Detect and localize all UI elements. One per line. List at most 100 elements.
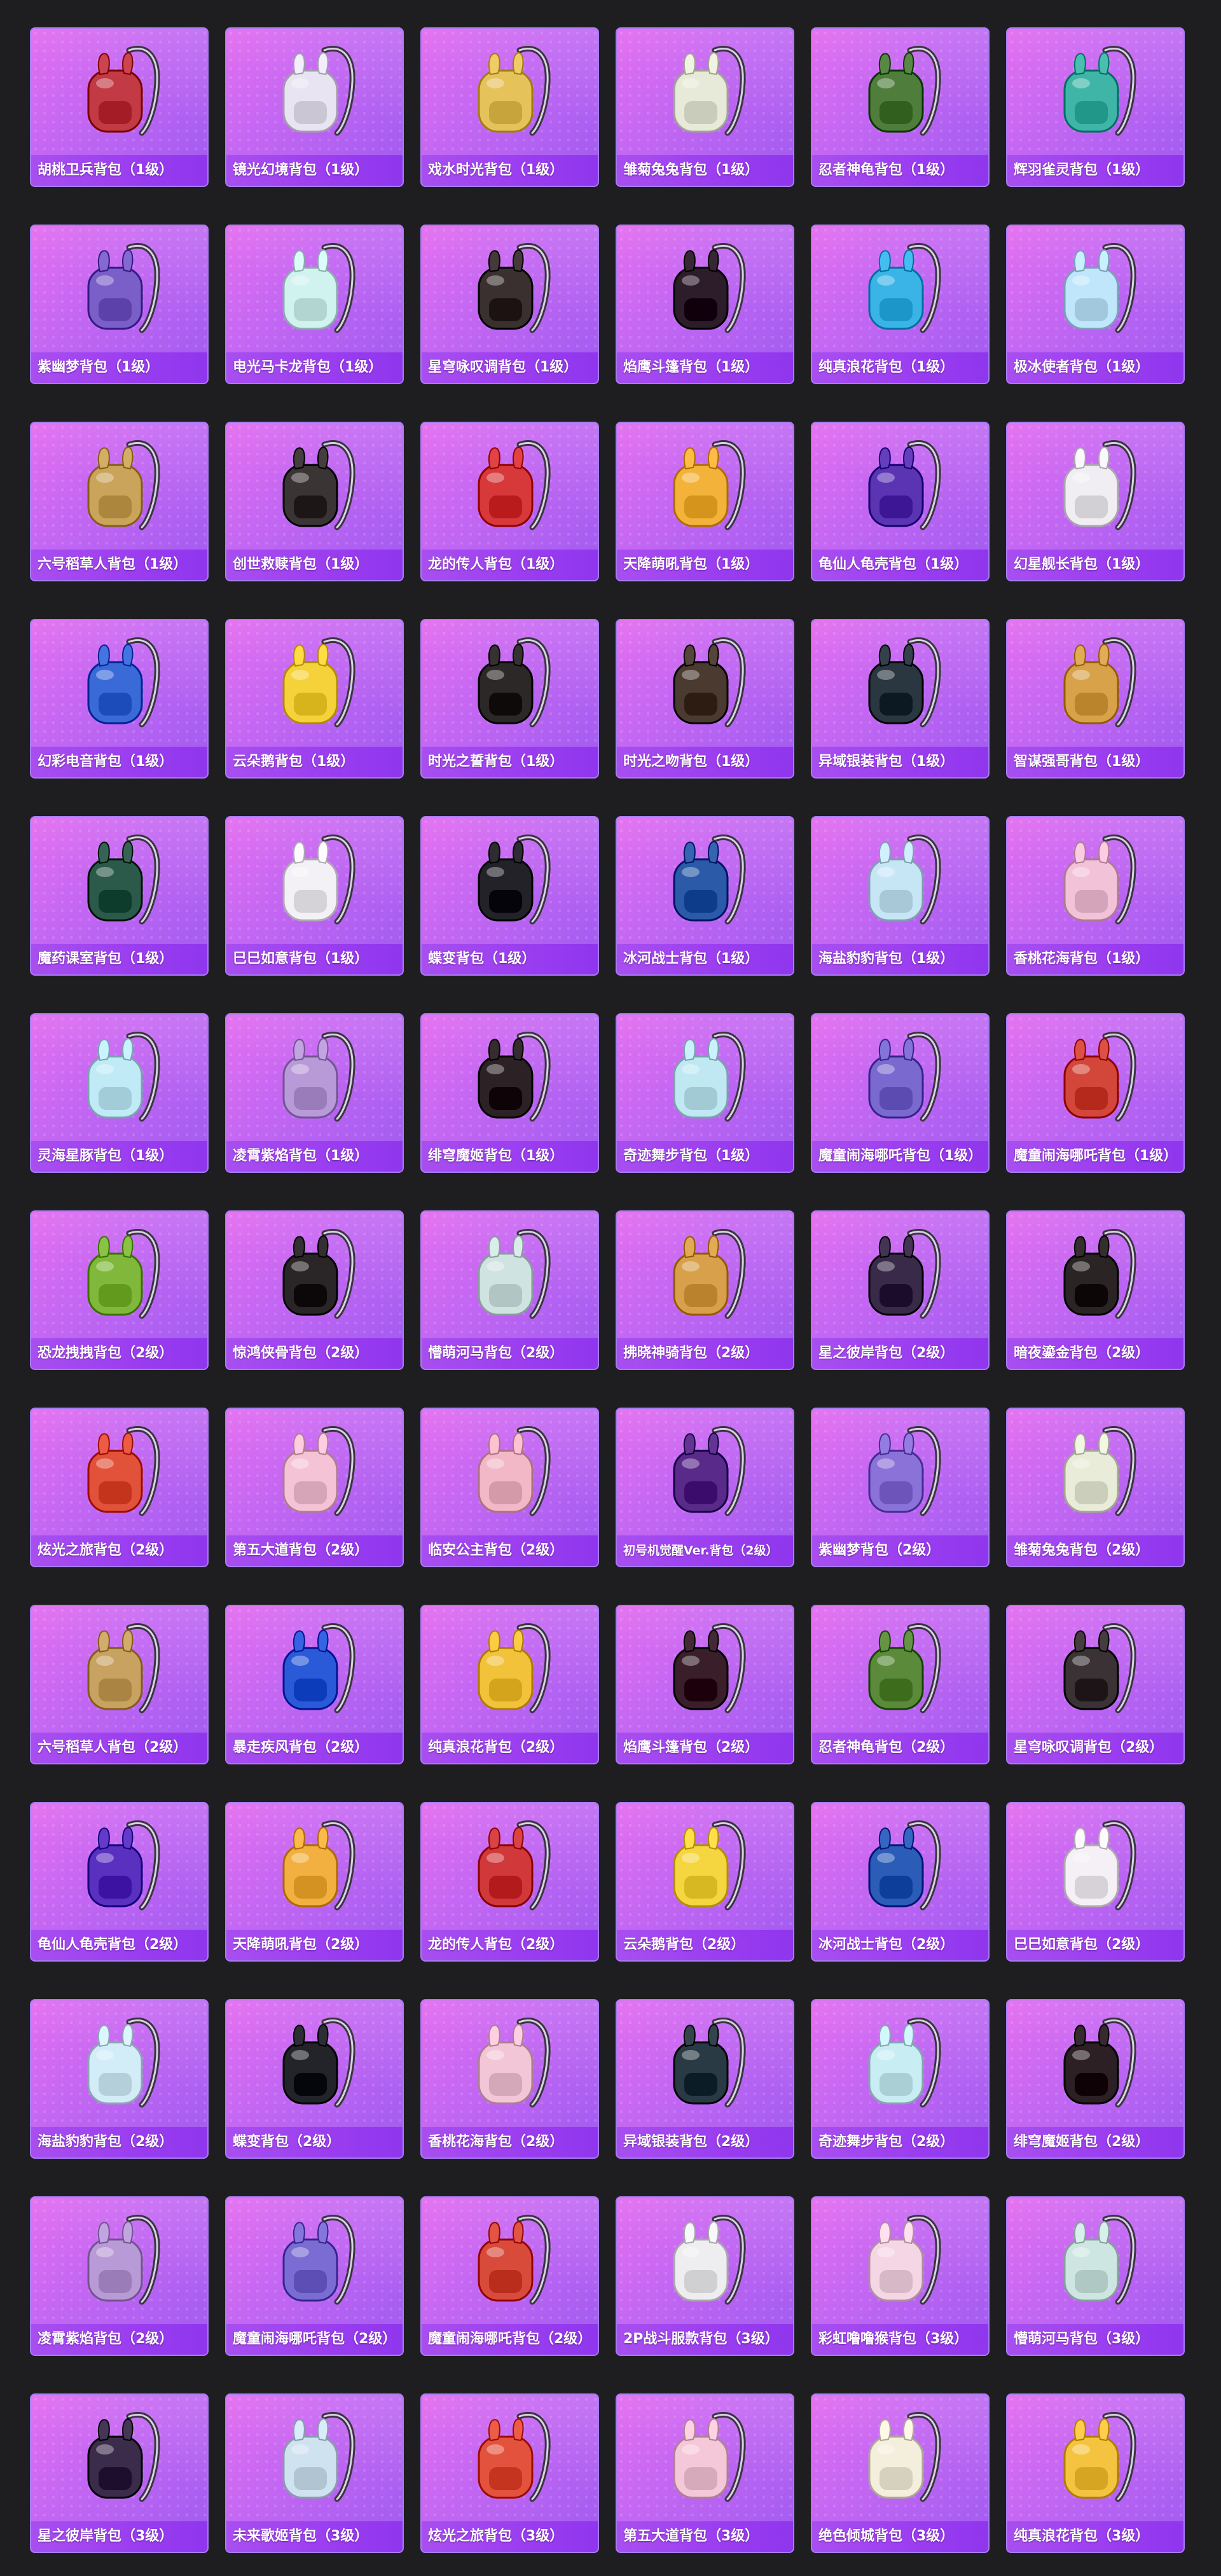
backpack-name: 恐龙拽拽背包（2级） (38, 1345, 174, 1361)
backpack-card[interactable]: 戏水时光背包（1级） (420, 27, 599, 187)
backpack-card[interactable]: 纯真浪花背包（1级） (811, 225, 990, 384)
backpack-icon (87, 440, 160, 530)
backpack-card[interactable]: 异域银装背包（1级） (811, 619, 990, 779)
backpack-card[interactable]: 恐龙拽拽背包（2级） (30, 1210, 209, 1370)
backpack-card[interactable]: 镜光幻境背包（1级） (225, 27, 404, 187)
backpack-card[interactable]: 香桃花海背包（1级） (1006, 816, 1185, 976)
backpack-card[interactable]: 幻彩电音背包（1级） (30, 619, 209, 779)
backpack-card[interactable]: 时光之誓背包（1级） (420, 619, 599, 779)
backpack-card[interactable]: 云朵鹅背包（2级） (616, 1802, 794, 1962)
backpack-icon (87, 1426, 160, 1516)
backpack-card[interactable]: 纯真浪花背包（2级） (420, 1605, 599, 1764)
backpack-card[interactable]: 初号机觉醒Ver.背包（2级） (616, 1408, 794, 1567)
backpack-card[interactable]: 惊鸿侠骨背包（2级） (225, 1210, 404, 1370)
backpack-card[interactable]: 巳巳如意背包（1级） (225, 816, 404, 976)
backpack-card[interactable]: 天降萌吼背包（1级） (616, 422, 794, 581)
backpack-card[interactable]: 魔童闹海哪吒背包（1级） (1006, 1013, 1185, 1173)
backpack-icon (1063, 1426, 1136, 1516)
backpack-card[interactable]: 彩虹噜噜猴背包（3级） (811, 2196, 990, 2356)
backpack-card[interactable]: 辉羽雀灵背包（1级） (1006, 27, 1185, 187)
backpack-card[interactable]: 临安公主背包（2级） (420, 1408, 599, 1567)
backpack-card[interactable]: 绝色倾城背包（3级） (811, 2393, 990, 2553)
backpack-card[interactable]: 胡桃卫兵背包（1级） (30, 27, 209, 187)
backpack-card[interactable]: 星之彼岸背包（2级） (811, 1210, 990, 1370)
backpack-card[interactable]: 纯真浪花背包（3级） (1006, 2393, 1185, 2553)
backpack-card[interactable]: 绯穹魔姬背包（1级） (420, 1013, 599, 1173)
backpack-name: 辉羽雀灵背包（1级） (1014, 162, 1150, 178)
backpack-card[interactable]: 懵萌河马背包（3级） (1006, 2196, 1185, 2356)
backpack-card[interactable]: 蝶变背包（2级） (225, 1999, 404, 2159)
backpack-name: 镜光幻境背包（1级） (233, 162, 369, 178)
backpack-card[interactable]: 魔童闹海哪吒背包（1级） (811, 1013, 990, 1173)
backpack-card[interactable]: 龟仙人龟壳背包（2级） (30, 1802, 209, 1962)
backpack-card[interactable]: 星穹咏叹调背包（1级） (420, 225, 599, 384)
backpack-card[interactable]: 云朵鹅背包（1级） (225, 619, 404, 779)
backpack-icon (1063, 834, 1136, 925)
backpack-card[interactable]: 紫幽梦背包（1级） (30, 225, 209, 384)
backpack-name: 天降萌吼背包（1级） (623, 557, 759, 572)
backpack-card[interactable]: 龙的传人背包（1级） (420, 422, 599, 581)
backpack-card[interactable]: 灵海星豚背包（1级） (30, 1013, 209, 1173)
backpack-card[interactable]: 紫幽梦背包（2级） (811, 1408, 990, 1567)
backpack-card[interactable]: 异域银装背包（2级） (616, 1999, 794, 2159)
backpack-card[interactable]: 凌霄紫焰背包（2级） (30, 2196, 209, 2356)
backpack-card[interactable]: 时光之吻背包（1级） (616, 619, 794, 779)
backpack-icon (673, 1820, 746, 1911)
backpack-card[interactable]: 冰河战士背包（2级） (811, 1802, 990, 1962)
backpack-card[interactable]: 魔药课室背包（1级） (30, 816, 209, 976)
backpack-card[interactable]: 智谋强哥背包（1级） (1006, 619, 1185, 779)
backpack-icon (868, 1623, 941, 1714)
backpack-card[interactable]: 忍者神龟背包（2级） (811, 1605, 990, 1764)
backpack-card[interactable]: 炫光之旅背包（3级） (420, 2393, 599, 2553)
backpack-icon (282, 637, 355, 728)
backpack-card[interactable]: 天降萌吼背包（2级） (225, 1802, 404, 1962)
backpack-card[interactable]: 创世救赎背包（1级） (225, 422, 404, 581)
backpack-card[interactable]: 六号稻草人背包（1级） (30, 422, 209, 581)
backpack-icon (87, 2215, 160, 2305)
backpack-card[interactable]: 炫光之旅背包（2级） (30, 1408, 209, 1567)
backpack-card[interactable]: 魔童闹海哪吒背包（2级） (420, 2196, 599, 2356)
backpack-name: 凌霄紫焰背包（1级） (233, 1148, 369, 1164)
backpack-icon (868, 1820, 941, 1911)
backpack-card[interactable]: 焰鹰斗篷背包（1级） (616, 225, 794, 384)
backpack-card[interactable]: 忍者神龟背包（1级） (811, 27, 990, 187)
backpack-card[interactable]: 拂晓神骑背包（2级） (616, 1210, 794, 1370)
backpack-card[interactable]: 懵萌河马背包（2级） (420, 1210, 599, 1370)
backpack-card[interactable]: 奇迹舞步背包（2级） (811, 1999, 990, 2159)
backpack-card[interactable]: 暴走疾风背包（2级） (225, 1605, 404, 1764)
backpack-icon (673, 2215, 746, 2305)
backpack-card[interactable]: 绯穹魔姬背包（2级） (1006, 1999, 1185, 2159)
backpack-name: 智谋强哥背包（1级） (1014, 754, 1150, 770)
backpack-card[interactable]: 暗夜鎏金背包（2级） (1006, 1210, 1185, 1370)
backpack-card[interactable]: 魔童闹海哪吒背包（2级） (225, 2196, 404, 2356)
backpack-card[interactable]: 未来歌姬背包（3级） (225, 2393, 404, 2553)
backpack-card[interactable]: 第五大道背包（2级） (225, 1408, 404, 1567)
backpack-card[interactable]: 奇迹舞步背包（1级） (616, 1013, 794, 1173)
backpack-card[interactable]: 极冰使者背包（1级） (1006, 225, 1185, 384)
backpack-card[interactable]: 龟仙人龟壳背包（1级） (811, 422, 990, 581)
backpack-card[interactable]: 雏菊兔兔背包（1级） (616, 27, 794, 187)
backpack-card[interactable]: 蝶变背包（1级） (420, 816, 599, 976)
backpack-card[interactable]: 海盐豹豹背包（1级） (811, 816, 990, 976)
backpack-name: 魔童闹海哪吒背包（1级） (1014, 1148, 1178, 1164)
backpack-card[interactable]: 香桃花海背包（2级） (420, 1999, 599, 2159)
backpack-card[interactable]: 雏菊兔兔背包（2级） (1006, 1408, 1185, 1567)
backpack-card[interactable]: 第五大道背包（3级） (616, 2393, 794, 2553)
backpack-card[interactable]: 龙的传人背包（2级） (420, 1802, 599, 1962)
backpack-card[interactable]: 冰河战士背包（1级） (616, 816, 794, 976)
backpack-card[interactable]: 星之彼岸背包（3级） (30, 2393, 209, 2553)
backpack-icon (868, 2018, 941, 2108)
backpack-icon (673, 1229, 746, 1319)
backpack-name: 电光马卡龙背包（1级） (233, 359, 383, 375)
backpack-card[interactable]: 凌霄紫焰背包（1级） (225, 1013, 404, 1173)
backpack-card[interactable]: 2P战斗服款背包（3级） (616, 2196, 794, 2356)
backpack-card[interactable]: 巳巳如意背包（2级） (1006, 1802, 1185, 1962)
backpack-name: 极冰使者背包（1级） (1014, 359, 1150, 375)
backpack-card[interactable]: 幻星舰长背包（1级） (1006, 422, 1185, 581)
backpack-card[interactable]: 海盐豹豹背包（2级） (30, 1999, 209, 2159)
backpack-name: 炫光之旅背包（2级） (38, 1542, 174, 1558)
backpack-card[interactable]: 六号稻草人背包（2级） (30, 1605, 209, 1764)
backpack-card[interactable]: 电光马卡龙背包（1级） (225, 225, 404, 384)
backpack-card[interactable]: 焰鹰斗篷背包（2级） (616, 1605, 794, 1764)
backpack-card[interactable]: 星穹咏叹调背包（2级） (1006, 1605, 1185, 1764)
